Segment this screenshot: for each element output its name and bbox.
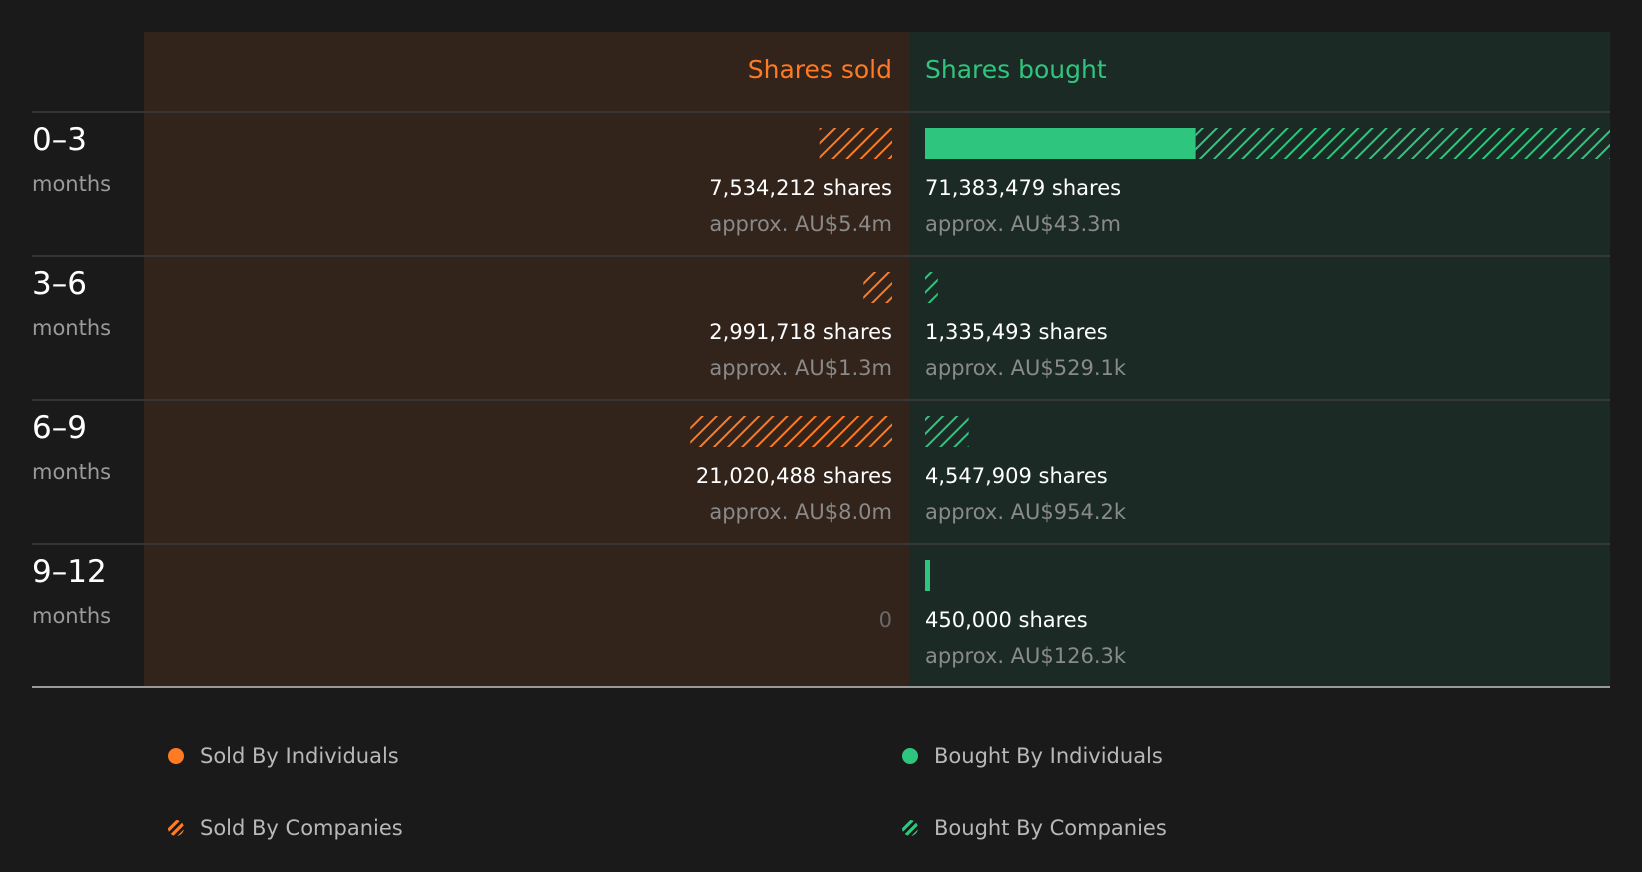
bar-bought-by-companies (925, 416, 969, 447)
sold-approx-value-label: approx. AU$8.0m (709, 500, 892, 524)
legend-label: Bought By Individuals (934, 744, 1163, 768)
legend-item-sold-by-companies: Sold By Companies (168, 815, 403, 841)
row-range-label: 6–9 (32, 410, 87, 446)
sold-empty-value-label: 0 (879, 608, 892, 632)
legend-label: Bought By Companies (934, 816, 1167, 840)
bar-sold-by-companies (690, 416, 892, 447)
insider-trading-chart: Shares sold Shares bought 0–3 months 7,534… (32, 32, 1610, 688)
bought-approx-value-label: approx. AU$954.2k (925, 500, 1127, 524)
legend-swatch-solid-orange (168, 748, 184, 764)
legend-item-bought-by-individuals: Bought By Individuals (902, 743, 1163, 769)
row-range-label: 0–3 (32, 122, 87, 158)
bought-shares-label: 1,335,493 shares (925, 320, 1108, 344)
legend-swatch-solid-green (902, 748, 918, 764)
row-unit-label: months (32, 460, 111, 484)
sold-approx-value-label: approx. AU$1.3m (709, 356, 892, 380)
sold-shares-label: 7,534,212 shares (709, 176, 892, 200)
legend-label: Sold By Individuals (200, 744, 399, 768)
bar-bought-by-companies (925, 272, 938, 303)
legend-swatch-hatched-orange (168, 820, 184, 836)
bar-sold-by-companies (819, 128, 892, 159)
legend-swatch-hatched-green (902, 820, 918, 836)
legend-label: Sold By Companies (200, 816, 403, 840)
bar-bought-by-companies (1195, 128, 1610, 159)
bar-bought-by-individuals (925, 128, 1196, 159)
bar-sold-by-companies (863, 272, 892, 303)
bar-bought-by-individuals (925, 560, 930, 591)
bought-column-header: Shares bought (925, 55, 1107, 84)
row-range-label: 9–12 (32, 554, 107, 590)
row-unit-label: months (32, 604, 111, 628)
row-unit-label: months (32, 172, 111, 196)
row-unit-label: months (32, 316, 111, 340)
sold-shares-label: 21,020,488 shares (696, 464, 892, 488)
legend-item-bought-by-companies: Bought By Companies (902, 815, 1167, 841)
sold-shares-label: 2,991,718 shares (709, 320, 892, 344)
sold-approx-value-label: approx. AU$5.4m (709, 212, 892, 236)
bought-approx-value-label: approx. AU$529.1k (925, 356, 1127, 380)
bought-approx-value-label: approx. AU$43.3m (925, 212, 1121, 236)
bought-shares-label: 71,383,479 shares (925, 176, 1121, 200)
bought-shares-label: 4,547,909 shares (925, 464, 1108, 488)
legend-item-sold-by-individuals: Sold By Individuals (168, 743, 399, 769)
bought-shares-label: 450,000 shares (925, 608, 1088, 632)
row-range-label: 3–6 (32, 266, 87, 302)
bought-approx-value-label: approx. AU$126.3k (925, 644, 1127, 668)
sold-column-header: Shares sold (748, 55, 892, 84)
